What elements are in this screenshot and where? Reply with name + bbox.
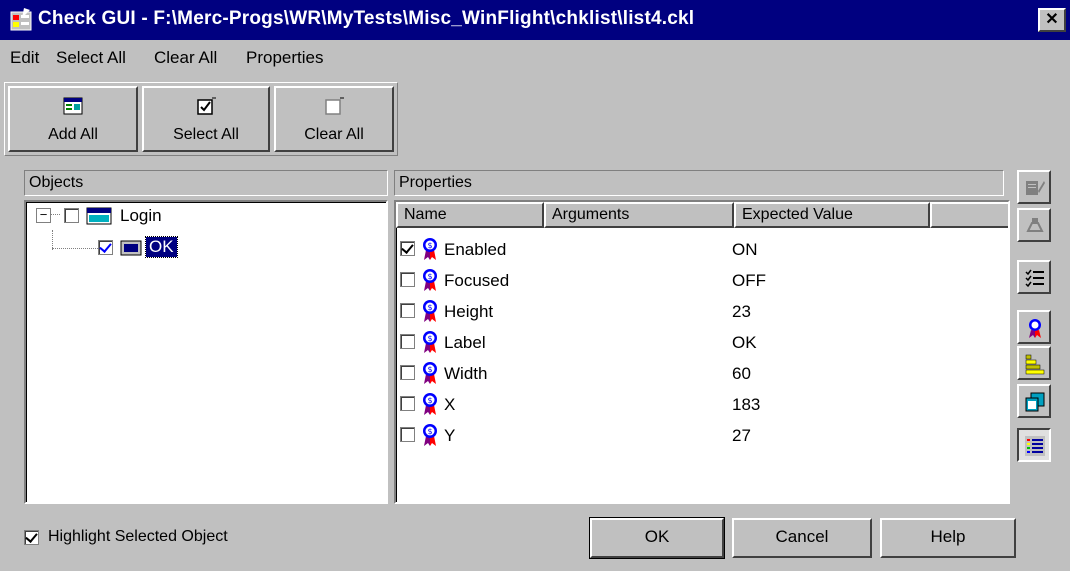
property-ribbon-icon: $ [423, 424, 437, 446]
properties-header: Properties [394, 170, 1004, 196]
checked-box-icon [197, 97, 216, 115]
specify-arguments-button[interactable] [1017, 208, 1051, 242]
menu-edit[interactable]: Edit [10, 48, 39, 68]
property-expected-value: 27 [732, 426, 751, 445]
highlight-label: Highlight Selected Object [48, 528, 228, 545]
table-row[interactable]: $ Enabled ON [396, 234, 1006, 265]
cancel-button[interactable]: Cancel [732, 518, 872, 558]
property-expected-value: OK [732, 333, 757, 352]
menu-clear-all[interactable]: Clear All [154, 48, 217, 68]
copy-object-button[interactable] [1017, 384, 1051, 418]
list-view-icon [1025, 436, 1045, 456]
property-expected-value: ON [732, 240, 758, 259]
help-button[interactable]: Help [880, 518, 1016, 558]
clear-all-label: Clear All [304, 126, 364, 143]
collapse-toggle-icon[interactable]: − [36, 208, 51, 223]
svg-text:$: $ [427, 427, 432, 436]
property-checkbox[interactable] [400, 396, 415, 411]
property-ribbon-icon: $ [423, 393, 437, 415]
push-button-icon [120, 240, 142, 256]
properties-list[interactable]: Name Arguments Expected Value $ Enabled ON… [394, 200, 1010, 504]
property-name: Y [444, 426, 456, 445]
property-ribbon-icon: $ [423, 269, 437, 291]
property-name: Focused [444, 271, 510, 290]
property-expected-value: 60 [732, 364, 751, 383]
title-bar: Check GUI - F:\Merc-Progs\WR\MyTests\Mis… [0, 0, 1070, 40]
property-ribbon-button[interactable] [1017, 310, 1051, 344]
property-checkbox[interactable] [400, 427, 415, 442]
add-all-label: Add All [48, 126, 98, 143]
ok-checkbox[interactable] [98, 240, 113, 255]
table-row[interactable]: $ Y 27 [396, 420, 1006, 451]
stairs-button[interactable] [1017, 346, 1051, 380]
close-icon: ✕ [1045, 11, 1059, 28]
svg-text:$: $ [427, 241, 432, 250]
property-checkbox[interactable] [400, 303, 415, 318]
edit-expected-value-icon [1026, 181, 1045, 195]
select-all-label: Select All [173, 126, 239, 143]
table-row[interactable]: $ Height 23 [396, 296, 1006, 327]
tree-item-label: Login [120, 206, 162, 225]
property-ribbon-icon: $ [423, 362, 437, 384]
property-checkbox[interactable] [400, 365, 415, 380]
svg-text:$: $ [427, 272, 432, 281]
property-expected-value: 23 [732, 302, 751, 321]
svg-text:$: $ [427, 334, 432, 343]
column-name[interactable]: Name [396, 202, 544, 228]
property-name: Enabled [444, 240, 507, 259]
edit-expected-value-button[interactable] [1017, 170, 1051, 204]
property-checkbox[interactable] [400, 241, 415, 256]
property-checkbox[interactable] [400, 272, 415, 287]
window-title: Check GUI - F:\Merc-Progs\WR\MyTests\Mis… [38, 8, 695, 29]
property-ribbon-icon: $ [423, 300, 437, 322]
table-row[interactable]: $ Width 60 [396, 358, 1006, 389]
tree-line [52, 248, 98, 249]
login-checkbox[interactable] [64, 208, 79, 223]
property-name: Height [444, 302, 494, 321]
column-arguments[interactable]: Arguments [544, 202, 734, 228]
app-icon [10, 8, 32, 31]
property-name: Label [444, 333, 486, 352]
stairs-icon [1025, 354, 1045, 375]
property-name: Width [444, 364, 488, 383]
table-row[interactable]: $ X 183 [396, 389, 1006, 420]
specify-arguments-icon [1026, 218, 1044, 232]
highlight-checkbox[interactable] [24, 530, 39, 545]
property-expected-value: OFF [732, 271, 766, 290]
close-button[interactable]: ✕ [1038, 8, 1066, 32]
objects-header: Objects [24, 170, 388, 196]
objects-tree[interactable]: − Login OK [24, 200, 388, 504]
table-row[interactable]: $ Focused OFF [396, 265, 1006, 296]
property-ribbon-icon [1029, 319, 1041, 338]
property-ribbon-icon: $ [423, 238, 437, 260]
copy-object-icon [1025, 392, 1045, 412]
select-all-button[interactable]: Select All [142, 86, 270, 152]
tree-line [52, 230, 53, 250]
svg-text:$: $ [427, 365, 432, 374]
column-expected-value[interactable]: Expected Value [734, 202, 930, 228]
ok-button[interactable]: OK [590, 518, 724, 558]
empty-box-icon [325, 97, 344, 115]
window-icon [86, 207, 112, 225]
tree-item-label-selected: OK [145, 236, 178, 258]
checklist-button[interactable] [1017, 260, 1051, 294]
table-row[interactable]: $ Label OK [396, 327, 1006, 358]
svg-text:$: $ [427, 303, 432, 312]
property-ribbon-icon: $ [423, 331, 437, 353]
menu-select-all[interactable]: Select All [56, 48, 126, 68]
list-view-button[interactable] [1017, 428, 1051, 462]
checklist-icon [1025, 269, 1044, 288]
clear-all-button[interactable]: Clear All [274, 86, 394, 152]
menu-properties[interactable]: Properties [246, 48, 323, 68]
column-empty [930, 202, 1008, 228]
property-expected-value: 183 [732, 395, 761, 414]
add-all-button[interactable]: Add All [8, 86, 138, 152]
property-checkbox[interactable] [400, 334, 415, 349]
property-name: X [444, 395, 456, 414]
svg-text:$: $ [427, 396, 432, 405]
add-all-icon [63, 97, 83, 115]
